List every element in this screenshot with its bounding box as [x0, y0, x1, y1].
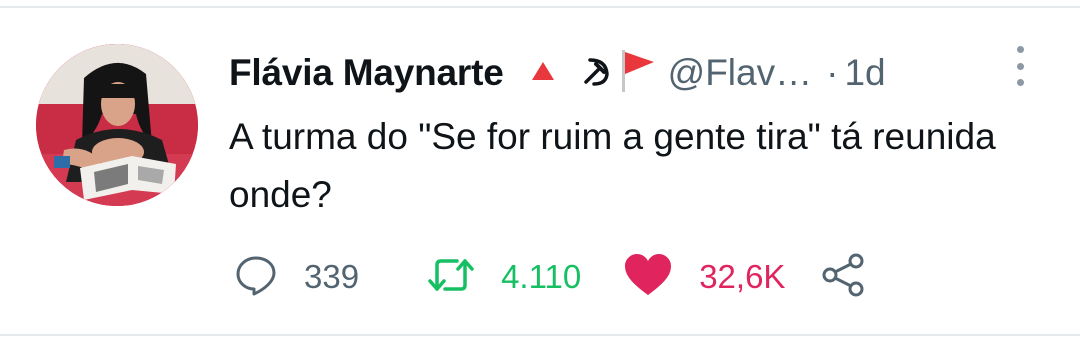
- retweet-icon: [427, 255, 475, 300]
- tweet-text: A turma do "Se for ruim a gente tira" tá…: [229, 116, 996, 215]
- dot-separator: ·: [826, 52, 839, 93]
- retweet-button[interactable]: 4.110: [427, 255, 581, 300]
- profile-photo: [36, 44, 198, 206]
- tweet-time[interactable]: 1d: [844, 52, 885, 94]
- tweet-actions: 339 4.110 32,6K: [234, 250, 867, 304]
- share-icon: [821, 252, 867, 303]
- bottom-divider: [0, 334, 1080, 336]
- reply-button[interactable]: 339: [234, 253, 359, 302]
- author-handle[interactable]: @Flav…: [668, 52, 812, 94]
- hammer-sickle-icon: [580, 54, 614, 93]
- tweet-header: Flávia Maynarte @Flav… · 1d: [229, 46, 886, 100]
- red-flag-icon: [616, 48, 656, 99]
- heart-icon: [623, 253, 673, 302]
- more-options-icon[interactable]: [1010, 46, 1030, 86]
- name-emojis: [530, 48, 656, 99]
- reply-icon: [234, 253, 278, 302]
- avatar[interactable]: [36, 44, 198, 206]
- reply-count: 339: [304, 258, 360, 295]
- share-button[interactable]: [821, 252, 867, 303]
- like-button[interactable]: 32,6K: [623, 253, 785, 302]
- top-divider: [0, 6, 1080, 8]
- red-triangle-icon: [530, 60, 556, 87]
- author-name[interactable]: Flávia Maynarte: [229, 52, 504, 94]
- retweet-count: 4.110: [501, 258, 582, 295]
- like-count: 32,6K: [699, 258, 786, 295]
